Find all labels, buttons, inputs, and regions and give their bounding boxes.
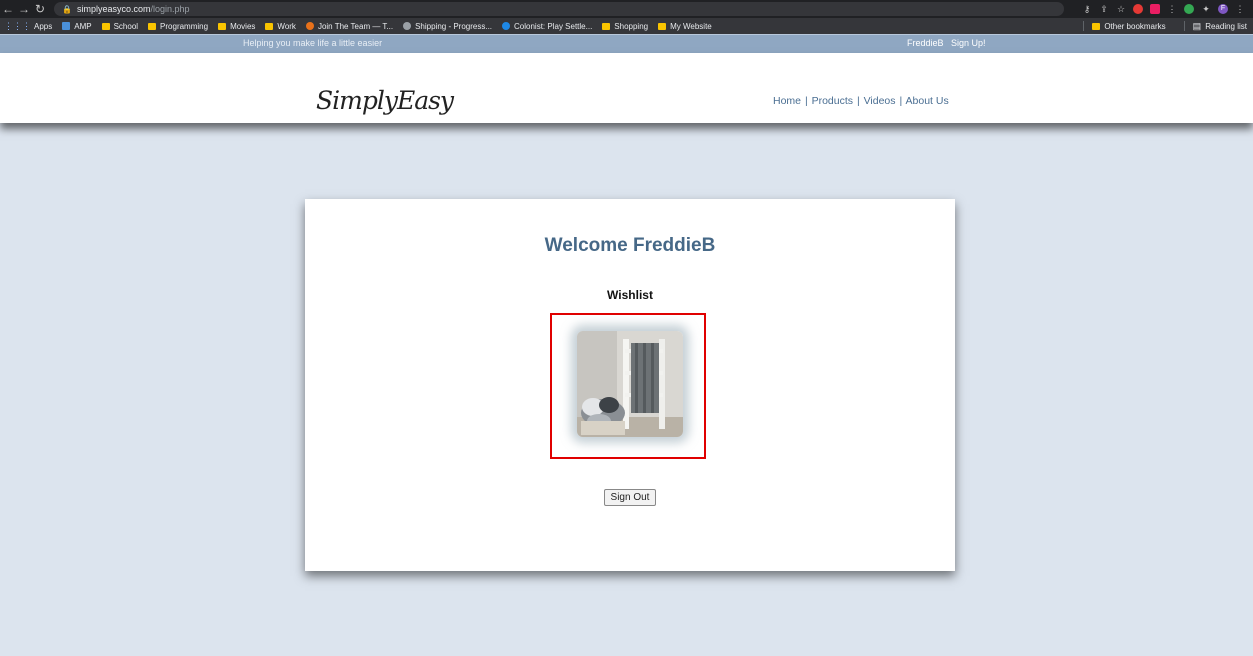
main-nav: Home | Products | Videos | About Us xyxy=(773,95,949,107)
menu-dots-icon[interactable]: ⋮ xyxy=(1235,4,1245,14)
nav-separator: | xyxy=(804,95,808,107)
site-top-bar: Helping you make life a little easier Fr… xyxy=(0,34,1253,53)
profile-avatar[interactable]: F xyxy=(1218,4,1228,14)
folder-icon xyxy=(602,22,611,30)
username-link[interactable]: FreddieB xyxy=(907,38,944,48)
apps-grid-icon: ⋮⋮⋮ xyxy=(4,20,31,31)
bookmark-label: Join The Team — T... xyxy=(317,21,394,31)
wishlist-heading: Wishlist xyxy=(607,288,653,302)
bookmark-label: Apps xyxy=(34,21,53,31)
bookmark-label: Work xyxy=(277,21,296,31)
back-arrow-icon[interactable]: ← xyxy=(0,0,16,18)
browser-toolbar: ← → ↻ 🔒 simplyeasyco.com/login.php ⚷ ⇪ ☆… xyxy=(0,0,1253,18)
folder-icon xyxy=(658,22,667,30)
address-bar[interactable]: 🔒 simplyeasyco.com/login.php xyxy=(54,2,1064,16)
url-domain: simplyeasyco.com xyxy=(76,4,151,14)
bookmarks-bar: ⋮⋮⋮ Apps AMP School Programming Movies W… xyxy=(0,18,1253,34)
nav-videos[interactable]: Videos xyxy=(864,95,896,107)
signup-link[interactable]: Sign Up! xyxy=(951,38,986,48)
reading-list-icon: ▤ xyxy=(1192,20,1202,31)
puzzle-icon[interactable]: ✦ xyxy=(1201,4,1211,14)
bookmark-label: Other bookmarks xyxy=(1104,21,1166,31)
forward-arrow-icon[interactable]: → xyxy=(16,0,32,18)
bookmark-apps[interactable]: ⋮⋮⋮ Apps xyxy=(4,21,52,32)
key-icon[interactable]: ⚷ xyxy=(1082,4,1092,14)
folder-icon xyxy=(265,22,274,30)
extension-menu-icon[interactable]: ⋮ xyxy=(1167,4,1177,14)
globe-icon xyxy=(403,22,412,30)
extension-pocket-icon[interactable] xyxy=(1150,4,1160,14)
bookmark-amp[interactable]: AMP xyxy=(62,21,92,31)
folder-icon xyxy=(1092,22,1101,30)
site-logo[interactable]: SimplyEasy xyxy=(316,86,454,115)
extension-grammar-icon[interactable] xyxy=(1184,4,1194,14)
bookmark-my-website[interactable]: My Website xyxy=(658,22,712,31)
site-favicon-icon xyxy=(502,22,511,30)
share-icon[interactable]: ⇪ xyxy=(1099,4,1109,14)
nav-about-us[interactable]: About Us xyxy=(906,95,949,107)
bookmark-work[interactable]: Work xyxy=(265,22,296,31)
bookmark-movies[interactable]: Movies xyxy=(218,22,255,31)
nav-separator: | xyxy=(899,95,903,107)
welcome-heading: Welcome FreddieB xyxy=(544,235,716,256)
bookmark-label: My Website xyxy=(670,21,712,31)
bookmark-join-team[interactable]: Join The Team — T... xyxy=(305,21,394,31)
nav-products[interactable]: Products xyxy=(812,95,853,107)
reading-list[interactable]: ▤ Reading list xyxy=(1193,21,1247,32)
bookmark-label: Shopping xyxy=(614,21,649,31)
bookmark-label: Reading list xyxy=(1205,21,1247,31)
extension-shield-icon[interactable] xyxy=(1133,4,1143,14)
nav-separator: | xyxy=(856,95,860,107)
folder-icon xyxy=(148,22,157,30)
bookmark-label: Colonist: Play Settle... xyxy=(514,21,593,31)
sign-out-button[interactable]: Sign Out xyxy=(604,489,656,506)
bookmark-programming[interactable]: Programming xyxy=(148,22,208,31)
bookmark-shipping[interactable]: Shipping - Progress... xyxy=(403,22,492,31)
bookmark-shopping[interactable]: Shopping xyxy=(602,22,648,31)
bookmark-label: School xyxy=(113,21,139,31)
account-card: Welcome FreddieB Wishlist Sign Out xyxy=(305,199,955,571)
folder-icon xyxy=(218,22,227,30)
bookmark-divider xyxy=(1083,21,1085,31)
amp-icon xyxy=(62,22,71,30)
url-path: /login.php xyxy=(150,4,190,14)
wishlist-product-image[interactable] xyxy=(577,331,683,437)
other-bookmarks[interactable]: Other bookmarks xyxy=(1092,21,1166,31)
bookmark-divider xyxy=(1183,21,1185,31)
site-favicon-icon xyxy=(305,22,314,30)
nav-home[interactable]: Home xyxy=(773,95,801,107)
reload-icon[interactable]: ↻ xyxy=(32,0,48,18)
bookmark-label: Shipping - Progress... xyxy=(415,21,493,31)
site-tagline: Helping you make life a little easier xyxy=(243,38,383,48)
star-icon[interactable]: ☆ xyxy=(1116,4,1126,14)
bookmark-label: Programming xyxy=(160,21,209,31)
lock-icon: 🔒 xyxy=(62,4,72,14)
bookmark-label: AMP xyxy=(74,21,92,31)
site-header: SimplyEasy Home | Products | Videos | Ab… xyxy=(0,53,1253,123)
bookmark-label: Movies xyxy=(230,21,256,31)
bookmark-colonist[interactable]: Colonist: Play Settle... xyxy=(502,22,592,31)
folder-icon xyxy=(101,22,110,30)
bookmark-school[interactable]: School xyxy=(101,21,139,31)
